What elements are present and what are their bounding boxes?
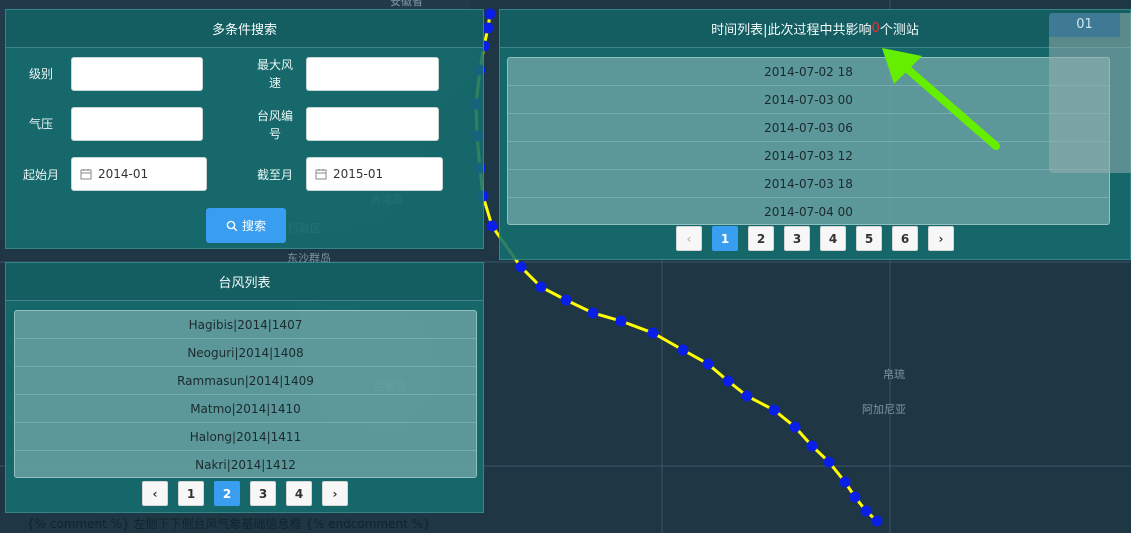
typhoon-track-point[interactable] [560,294,572,306]
pager-page-4[interactable]: 4 [820,226,846,251]
typhoon-list-panel: 台风列表 Hagibis|2014|1407 Neoguri|2014|1408… [5,262,484,513]
time-list-title-prefix: 时间列表|此次过程中共影响 [711,23,872,38]
pager-page-2[interactable]: 2 [748,226,774,251]
typhoon-track-point[interactable] [677,344,689,356]
typhoon-track-point[interactable] [535,281,547,293]
pager-page-4[interactable]: 4 [286,481,312,506]
typhoon-no-label: 台风编号 [256,109,293,141]
max-wind-label: 最大风速 [256,58,293,90]
typhoon-track-point[interactable] [615,315,627,327]
typhoon-track-point[interactable] [823,456,835,468]
pager-page-1[interactable]: 1 [178,481,204,506]
typhoon-track-point[interactable] [860,505,872,517]
pager-page-3[interactable]: 3 [250,481,276,506]
calendar-icon [315,169,327,180]
typhoon-track-point[interactable] [587,307,599,319]
typhoon-list-item[interactable]: Hagibis|2014|1407 [15,311,476,339]
calendar-icon [80,169,92,180]
end-month-value: 2015-01 [333,167,384,181]
time-list-item[interactable]: 2014-07-03 00 [508,86,1109,114]
start-month-picker[interactable]: 2014-01 [71,157,207,191]
typhoon-track-point[interactable] [768,404,780,416]
typhoon-track-point[interactable] [484,8,496,20]
time-pager: ‹ 1 2 3 4 5 6 › [676,226,954,251]
level-input[interactable] [71,57,203,91]
pager-next-button[interactable]: › [322,481,348,506]
typhoon-track-point[interactable] [722,375,734,387]
typhoon-track-point[interactable] [486,220,498,232]
search-button[interactable]: 搜索 [206,208,286,243]
side-info-tab[interactable] [1049,13,1131,173]
typhoon-list: Hagibis|2014|1407 Neoguri|2014|1408 Ramm… [14,310,477,478]
pager-page-6[interactable]: 6 [892,226,918,251]
template-comment-text: {% comment %} 左侧下下侧台风气象基础信息框 {% endcomme… [27,517,431,531]
typhoon-list-item[interactable]: Halong|2014|1411 [15,423,476,451]
map-place-label: 阿加尼亚 [862,403,906,416]
pager-page-3[interactable]: 3 [784,226,810,251]
time-list-item[interactable]: 2014-07-03 06 [508,114,1109,142]
typhoon-list-item[interactable]: Matmo|2014|1410 [15,395,476,423]
pager-page-5[interactable]: 5 [856,226,882,251]
map-place-label: 安徽省 [390,0,423,8]
typhoon-track-point[interactable] [871,515,883,527]
time-list-item[interactable]: 2014-07-02 18 [508,58,1109,86]
start-month-value: 2014-01 [98,167,149,181]
pressure-input[interactable] [71,107,203,141]
typhoon-track-point[interactable] [702,358,714,370]
time-list-title: 时间列表|此次过程中共影响 0 个测站 [500,10,1130,48]
time-list: 2014-07-02 18 2014-07-03 00 2014-07-03 0… [507,57,1110,225]
end-month-label: 截至月 [256,168,293,182]
typhoon-list-title: 台风列表 [6,263,483,301]
typhoon-list-item[interactable]: Rammasun|2014|1409 [15,367,476,395]
time-list-panel: 时间列表|此次过程中共影响 0 个测站 2014-07-02 18 2014-07-… [499,9,1131,260]
search-panel: 多条件搜索 级别 最大风速 气压 台风编号 起始月 2014-01 截至月 20… [5,9,484,249]
pressure-label: 气压 [28,117,53,131]
search-icon [226,220,238,231]
pager-next-button[interactable]: › [928,226,954,251]
typhoon-no-input[interactable] [306,107,439,141]
time-list-item[interactable]: 2014-07-03 12 [508,142,1109,170]
search-button-label: 搜索 [241,219,266,233]
side-info-tab-label[interactable]: 01 [1049,13,1120,37]
pager-prev-button[interactable]: ‹ [142,481,168,506]
typhoon-track-point[interactable] [515,261,527,273]
time-list-title-suffix: 个测站 [879,23,919,38]
typhoon-track-point[interactable] [839,476,851,488]
annotation-arrow-icon [882,48,1000,150]
typhoon-pager: ‹ 1 2 3 4 › [142,481,348,506]
typhoon-list-item[interactable]: Nakri|2014|1412 [15,451,476,479]
pager-prev-button[interactable]: ‹ [676,226,702,251]
time-list-item[interactable]: 2014-07-03 18 [508,170,1109,198]
typhoon-track-point[interactable] [482,22,494,34]
typhoon-track-point[interactable] [849,491,861,503]
max-wind-input[interactable] [306,57,439,91]
time-list-item[interactable]: 2014-07-04 00 [508,198,1109,226]
pager-page-2[interactable]: 2 [214,481,240,506]
search-panel-title: 多条件搜索 [6,10,483,48]
typhoon-track-point[interactable] [647,327,659,339]
typhoon-track-point[interactable] [789,421,801,433]
typhoon-list-item[interactable]: Neoguri|2014|1408 [15,339,476,367]
start-month-label: 起始月 [22,168,59,182]
end-month-picker[interactable]: 2015-01 [306,157,443,191]
typhoon-track-point[interactable] [741,390,753,402]
map-place-label: 帛琉 [883,367,905,381]
pager-page-1[interactable]: 1 [712,226,738,251]
level-label: 级别 [28,67,53,81]
station-count: 0 [871,21,880,36]
typhoon-track-point[interactable] [806,440,818,452]
